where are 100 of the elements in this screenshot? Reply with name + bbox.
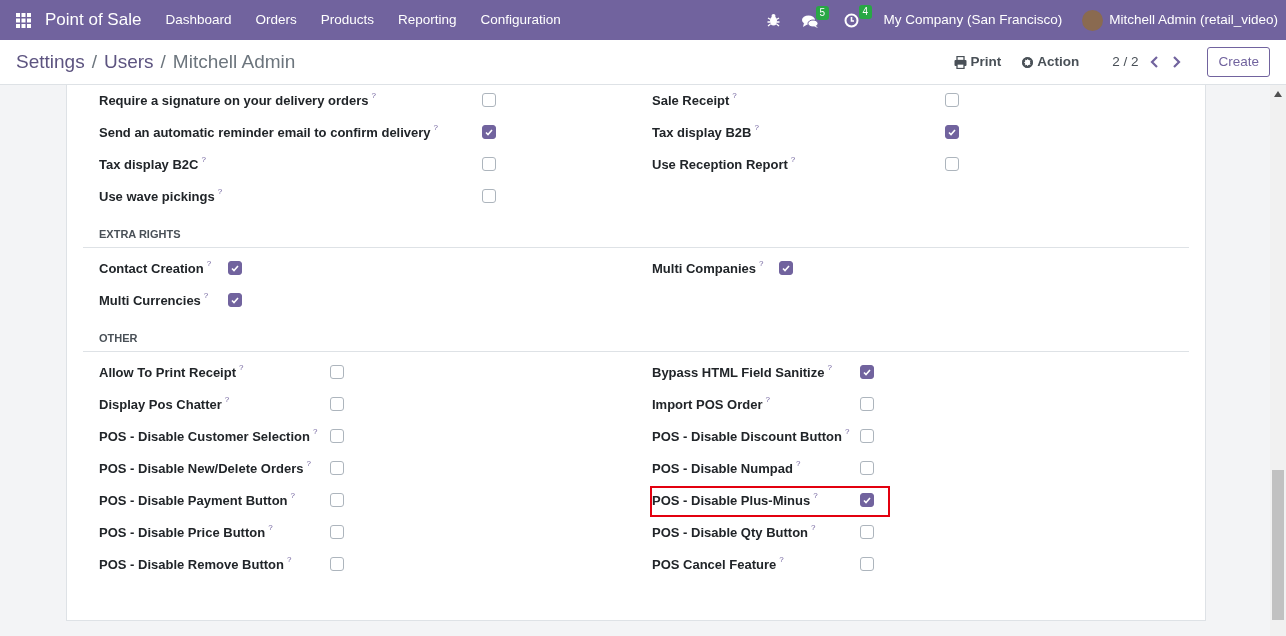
field-label: POS - Disable Customer Selection: [99, 427, 310, 446]
scrollbar-thumb[interactable]: [1272, 470, 1284, 620]
clock-icon[interactable]: [843, 13, 859, 28]
scrollbar[interactable]: [1270, 85, 1286, 636]
create-button[interactable]: Create: [1207, 47, 1270, 77]
user-menu[interactable]: Mitchell Admin (retail_video): [1109, 9, 1278, 31]
field-label: Import POS Order: [652, 395, 763, 414]
checkbox[interactable]: [860, 557, 874, 571]
field-label: Tax display B2B: [652, 123, 752, 142]
help-tooltip[interactable]: ?: [217, 186, 223, 197]
field-label: Contact Creation: [99, 259, 204, 278]
action-button[interactable]: Action: [1021, 51, 1080, 73]
checkbox[interactable]: [228, 293, 242, 307]
pager-value: 2 / 2: [1112, 52, 1139, 71]
checkbox[interactable]: [860, 525, 874, 539]
help-tooltip[interactable]: ?: [201, 154, 206, 165]
field-label: POS - Disable Numpad: [652, 459, 793, 478]
menu-item[interactable]: Reporting: [386, 9, 469, 31]
checkbox[interactable]: [779, 261, 793, 275]
help-tooltip[interactable]: ?: [224, 394, 230, 405]
help-tooltip[interactable]: ?: [844, 426, 850, 437]
help-tooltip[interactable]: ?: [795, 458, 801, 469]
bug-icon[interactable]: [766, 13, 780, 27]
help-tooltip[interactable]: ?: [306, 458, 311, 469]
field-label: Multi Companies: [652, 259, 756, 278]
checkbox[interactable]: [482, 157, 496, 171]
menu-item[interactable]: Configuration: [468, 9, 573, 31]
section-title: EXTRA RIGHTS: [99, 228, 181, 240]
check-icon: [863, 368, 871, 376]
help-tooltip[interactable]: ?: [206, 258, 212, 269]
help-tooltip[interactable]: ?: [754, 122, 759, 133]
checkbox[interactable]: [330, 525, 344, 539]
help-tooltip[interactable]: ?: [813, 490, 818, 501]
notification-badge: 5: [815, 6, 830, 20]
apps-menu-icon[interactable]: [16, 12, 31, 28]
check-icon: [485, 128, 493, 136]
help-tooltip[interactable]: ?: [433, 122, 439, 133]
menu-item[interactable]: Products: [308, 9, 386, 31]
checkbox[interactable]: [945, 93, 959, 107]
help-tooltip[interactable]: ?: [765, 394, 770, 405]
checkbox[interactable]: [860, 397, 874, 411]
help-tooltip[interactable]: ?: [759, 258, 764, 269]
help-tooltip[interactable]: ?: [811, 522, 816, 533]
print-button[interactable]: Print: [954, 51, 1002, 73]
breadcrumb-link[interactable]: Settings: [16, 47, 85, 77]
field-label: Require a signature on your delivery orders: [99, 91, 369, 110]
checkbox[interactable]: [945, 125, 959, 139]
field-label: POS - Disable New/Delete Orders: [99, 459, 304, 478]
checkbox[interactable]: [860, 429, 874, 443]
previous-icon[interactable]: [1150, 56, 1160, 68]
checkbox[interactable]: [482, 93, 496, 107]
help-tooltip[interactable]: ?: [732, 90, 737, 101]
checkbox[interactable]: [330, 461, 344, 475]
help-tooltip[interactable]: ?: [790, 154, 796, 165]
breadcrumb-separator: /: [160, 49, 166, 74]
field-label: Sale Receipt: [652, 91, 730, 110]
field-label: Use Reception Report: [652, 155, 788, 174]
checkbox[interactable]: [330, 557, 344, 571]
breadcrumb-link[interactable]: Users: [103, 47, 154, 77]
field-label: Bypass HTML Field Sanitize: [652, 363, 825, 382]
chat-icon[interactable]: [801, 14, 819, 29]
next-icon[interactable]: [1172, 56, 1182, 68]
help-tooltip[interactable]: ?: [779, 554, 784, 565]
checkbox[interactable]: [330, 493, 344, 507]
company-switcher[interactable]: My Company (San Francisco): [883, 9, 1063, 31]
checkbox[interactable]: [482, 125, 496, 139]
field-label: POS - Disable Qty Button: [652, 523, 808, 542]
checkbox[interactable]: [945, 157, 959, 171]
help-tooltip[interactable]: ?: [371, 90, 376, 101]
help-tooltip[interactable]: ?: [239, 362, 244, 373]
help-tooltip[interactable]: ?: [827, 362, 832, 373]
checkbox[interactable]: [860, 493, 874, 507]
field-label: Allow To Print Receipt: [99, 363, 236, 382]
checkbox[interactable]: [482, 189, 496, 203]
help-tooltip[interactable]: ?: [268, 522, 273, 533]
menu-item[interactable]: Dashboard: [153, 9, 244, 31]
menu-item[interactable]: Orders: [243, 9, 309, 31]
help-tooltip[interactable]: ?: [203, 290, 209, 301]
field-label: Use wave pickings: [99, 187, 215, 206]
gear-icon[interactable]: [1021, 55, 1035, 69]
checkbox[interactable]: [860, 461, 874, 475]
checkbox[interactable]: [330, 429, 344, 443]
checkbox[interactable]: [330, 397, 344, 411]
help-tooltip[interactable]: ?: [290, 490, 295, 501]
help-tooltip[interactable]: ?: [312, 426, 318, 437]
check-icon: [948, 128, 956, 136]
field-label: Tax display B2C: [99, 155, 199, 174]
help-tooltip[interactable]: ?: [286, 554, 292, 565]
app-title[interactable]: Point of Sale: [45, 7, 142, 33]
notification-badge: 4: [858, 5, 873, 19]
avatar[interactable]: [1082, 9, 1104, 31]
checkbox[interactable]: [860, 365, 874, 379]
field-label: Multi Currencies: [99, 291, 201, 310]
scroll-up-icon[interactable]: [1274, 91, 1282, 97]
check-icon: [231, 264, 239, 272]
field-label: POS - Disable Remove Button: [99, 555, 284, 574]
checkbox[interactable]: [330, 365, 344, 379]
printer-icon[interactable]: [954, 55, 968, 69]
field-label: POS - Disable Price Button: [99, 523, 266, 542]
checkbox[interactable]: [228, 261, 242, 275]
